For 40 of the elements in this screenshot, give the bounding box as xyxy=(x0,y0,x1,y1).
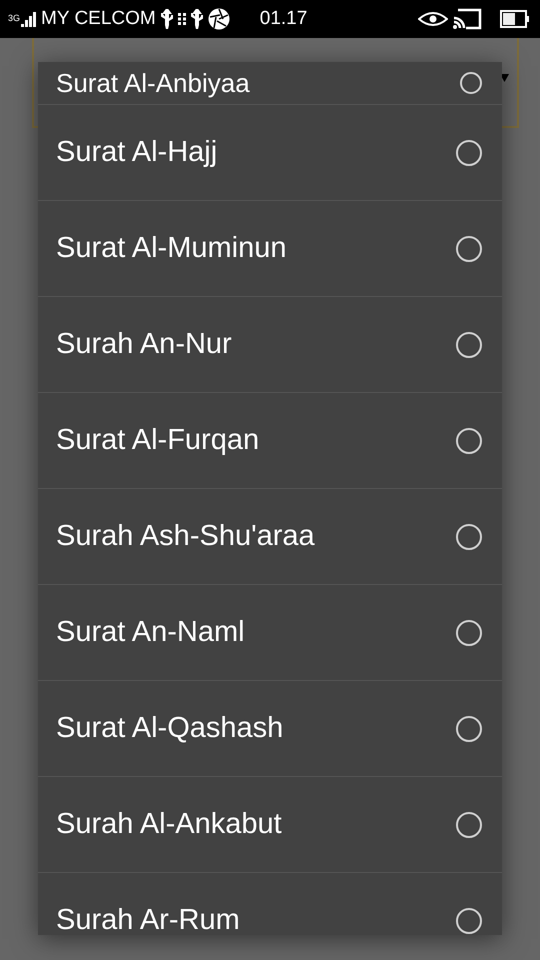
list-option[interactable]: Surah Al-Ankabut xyxy=(38,777,502,873)
cast-icon xyxy=(452,8,482,30)
radio-button[interactable] xyxy=(456,812,482,838)
option-label: Surah An-Nur xyxy=(56,328,232,361)
option-label: Surat Al-Qashash xyxy=(56,712,284,745)
grid-icon xyxy=(178,13,186,25)
radio-button[interactable] xyxy=(456,908,482,934)
radio-button[interactable] xyxy=(456,524,482,550)
battery-icon xyxy=(500,10,530,28)
radio-button[interactable] xyxy=(456,332,482,358)
list-option[interactable]: Surat Al-Muminun xyxy=(38,201,502,297)
caret-icon xyxy=(500,74,509,82)
list-option[interactable]: Surat Al-Furqan xyxy=(38,393,502,489)
network-type: 3G xyxy=(8,13,20,23)
option-label: Surat Al-Furqan xyxy=(56,424,260,457)
radio-button[interactable] xyxy=(456,140,482,166)
option-label: Surah Al-Ankabut xyxy=(56,808,282,841)
option-label: Surah Ash-Shu'araa xyxy=(56,520,315,553)
option-label: Surat Al-Hajj xyxy=(56,136,218,169)
option-label: Surah Ar-Rum xyxy=(56,904,240,935)
radio-button[interactable] xyxy=(456,236,482,262)
option-label: Surat Al-Muminun xyxy=(56,232,286,265)
carrier-name: MY CELCOM xyxy=(41,8,156,30)
option-label: Surat An-Naml xyxy=(56,616,245,649)
radio-button[interactable] xyxy=(456,716,482,742)
radio-button[interactable] xyxy=(456,620,482,646)
eye-icon xyxy=(418,11,448,27)
list-option[interactable]: Surat An-Naml xyxy=(38,585,502,681)
list-option[interactable]: Surah An-Nur xyxy=(38,297,502,393)
option-label: Surat Al-Anbiyaa xyxy=(56,68,250,98)
list-option[interactable]: Surat Al-Hajj xyxy=(38,105,502,201)
aperture-icon xyxy=(208,8,230,30)
radio-button[interactable] xyxy=(456,428,482,454)
signal-icon xyxy=(21,11,38,27)
list-option[interactable]: Surat Al-Anbiyaa xyxy=(38,62,502,105)
list-option[interactable]: Surat Al-Qashash xyxy=(38,681,502,777)
radio-button[interactable] xyxy=(460,72,482,94)
list-option[interactable]: Surah Ar-Rum xyxy=(38,873,502,935)
clock-time: 01.17 xyxy=(260,8,308,30)
list-option[interactable]: Surah Ash-Shu'araa xyxy=(38,489,502,585)
